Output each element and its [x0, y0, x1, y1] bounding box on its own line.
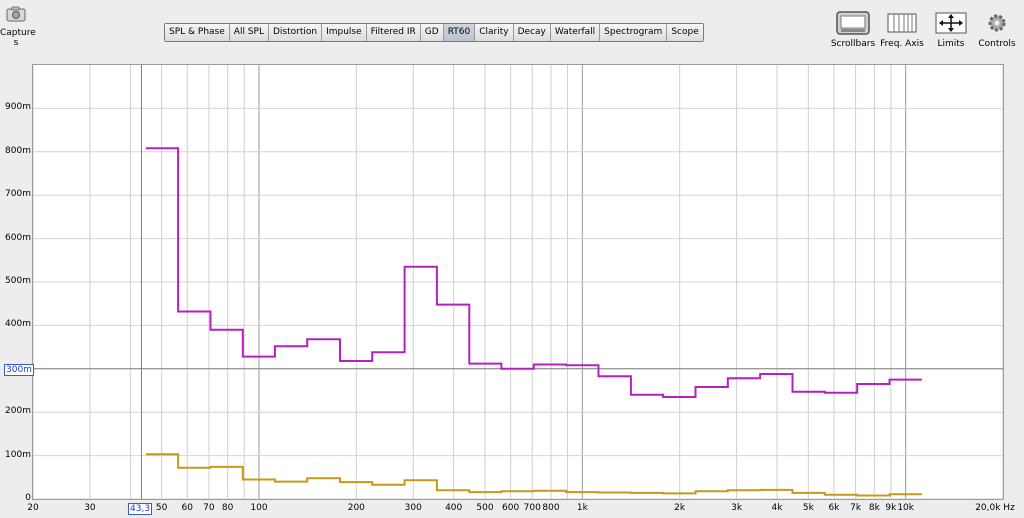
x-tick-label: 100: [250, 503, 268, 513]
camera-icon: [6, 6, 26, 22]
freq-axis-label: Freq. Axis: [880, 39, 924, 49]
scrollbars-icon: [836, 11, 870, 35]
x-tick-label: 7k: [850, 503, 862, 513]
x-tick-label: 5k: [802, 503, 814, 513]
x-tick-label: 4k: [771, 503, 783, 513]
series-line-2: [145, 453, 922, 497]
y-tick-label: 0: [25, 493, 31, 503]
series-line-1: [145, 147, 922, 398]
x-tick-label: 50: [155, 503, 168, 513]
x-tick-label: 600: [502, 503, 520, 513]
tab-filtered-ir[interactable]: Filtered IR: [366, 24, 421, 41]
y-tick-label: 500m: [5, 276, 31, 286]
limits-button[interactable]: Limits: [928, 10, 974, 49]
x-tick-label: 400: [445, 503, 463, 513]
freq-axis-button[interactable]: Freq. Axis: [876, 10, 928, 49]
x-tick-label: 10k: [897, 503, 914, 513]
tab-scope[interactable]: Scope: [667, 24, 703, 41]
gear-icon: [988, 14, 1006, 32]
x-tick-label: 20: [27, 503, 39, 513]
x-tick-label: 200: [347, 503, 365, 513]
tab-waterfall[interactable]: Waterfall: [550, 24, 601, 41]
rt60-chart[interactable]: [32, 65, 1004, 500]
right-tools: Scrollbars Freq. Axis Limits Controls: [830, 10, 1020, 49]
scrollbars-label: Scrollbars: [830, 39, 876, 49]
tab-spl-phase[interactable]: SPL & Phase: [165, 24, 230, 41]
tab-decay[interactable]: Decay: [513, 24, 551, 41]
scrollbars-button[interactable]: Scrollbars: [830, 10, 876, 49]
x-tick-label: 6k: [828, 503, 840, 513]
y-tick-label: 800m: [5, 145, 31, 156]
x-cursor-readout[interactable]: 43,3: [128, 503, 153, 515]
tab-spectrogram[interactable]: Spectrogram: [600, 24, 668, 41]
x-tick-label: 70: [203, 503, 215, 513]
x-tick-label: 80: [221, 503, 234, 513]
limits-icon: [935, 12, 967, 34]
x-tick-label: 300: [404, 503, 422, 513]
y-tick-label: 600m: [5, 232, 31, 243]
tab-rt60[interactable]: RT60: [443, 24, 476, 41]
tab-impulse[interactable]: Impulse: [322, 24, 367, 41]
x-tick-label: 2k: [674, 503, 686, 513]
x-tick-label: 800: [542, 503, 560, 513]
y-tick-label: 900m: [5, 102, 31, 113]
x-tick-label: 3k: [731, 503, 743, 513]
limits-label: Limits: [937, 39, 965, 49]
y-tick-label: 200m: [5, 406, 31, 417]
capture-button[interactable]: Capture s: [0, 6, 36, 48]
plot-area[interactable]: [32, 64, 1004, 500]
rew-window: Capture s SPL & Phase All SPL Distortion Im…: [0, 0, 1024, 518]
x-tick-label: 60: [181, 503, 193, 513]
tab-all-spl[interactable]: All SPL: [229, 24, 269, 41]
tab-clarity[interactable]: Clarity: [475, 24, 514, 41]
tab-gd[interactable]: GD: [420, 24, 444, 41]
toolbar: Capture s SPL & Phase All SPL Distortion Im…: [0, 0, 1024, 62]
freq-axis-icon: [887, 13, 917, 33]
x-tick-label: 30: [84, 503, 96, 513]
capture-label-2: s: [13, 38, 19, 48]
x-tick-label: 1k: [576, 503, 588, 513]
x-tick-label: 700: [523, 503, 541, 513]
graph-tabs: SPL & Phase All SPL Distortion Impulse Filte…: [164, 23, 704, 42]
x-tick-label: 9k: [885, 503, 897, 513]
y-tick-label: 400m: [5, 319, 31, 330]
controls-label: Controls: [978, 39, 1016, 49]
tab-distortion[interactable]: Distortion: [268, 24, 323, 41]
x-tick-label: 8k: [868, 503, 880, 513]
capture-label: Capture: [0, 28, 36, 38]
y-cursor-readout[interactable]: 300m: [4, 364, 34, 376]
controls-button[interactable]: Controls: [974, 10, 1020, 49]
x-tick-label: 500: [476, 503, 494, 513]
x-tick-label: 20,0k Hz: [975, 503, 1015, 513]
y-tick-label: 100m: [5, 449, 31, 460]
y-tick-label: 700m: [5, 189, 31, 200]
